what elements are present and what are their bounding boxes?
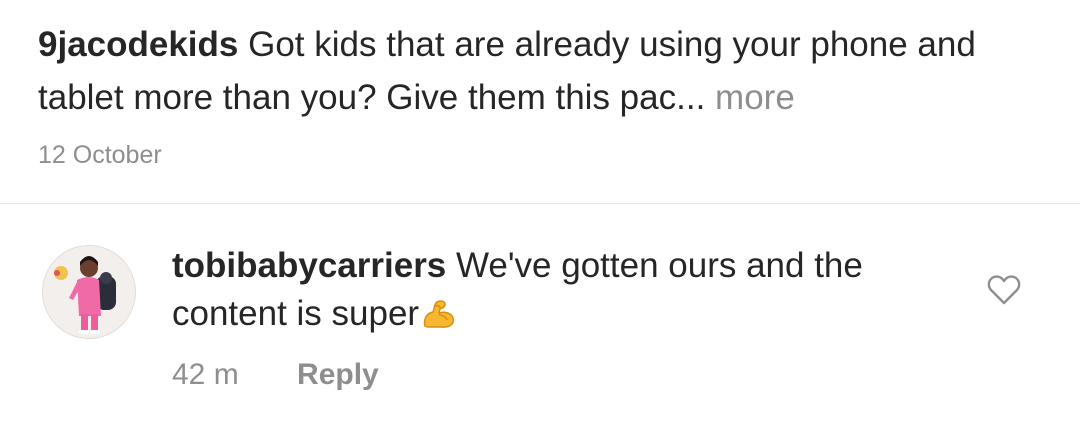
comment-meta: 42 m Reply [172,357,379,393]
comment-timestamp: 42 m [172,358,239,391]
heart-outline-icon[interactable] [986,274,1022,306]
avatar-image [43,246,135,338]
caption-ellipsis: ... [676,78,706,117]
avatar[interactable] [42,245,136,339]
flexed-biceps-emoji [421,294,455,342]
caption-date: 12 October [38,141,162,169]
comment-body: tobibabycarriers We've gotten ours and t… [172,242,962,342]
more-link[interactable]: more [705,78,795,117]
comment-row: tobibabycarriers We've gotten ours and t… [0,204,1080,431]
post-caption: 9jacodekids Got kids that are already us… [38,18,1048,124]
comment-username[interactable]: tobibabycarriers [172,246,446,285]
reply-button[interactable]: Reply [297,357,379,393]
caption-username[interactable]: 9jacodekids [38,25,238,64]
